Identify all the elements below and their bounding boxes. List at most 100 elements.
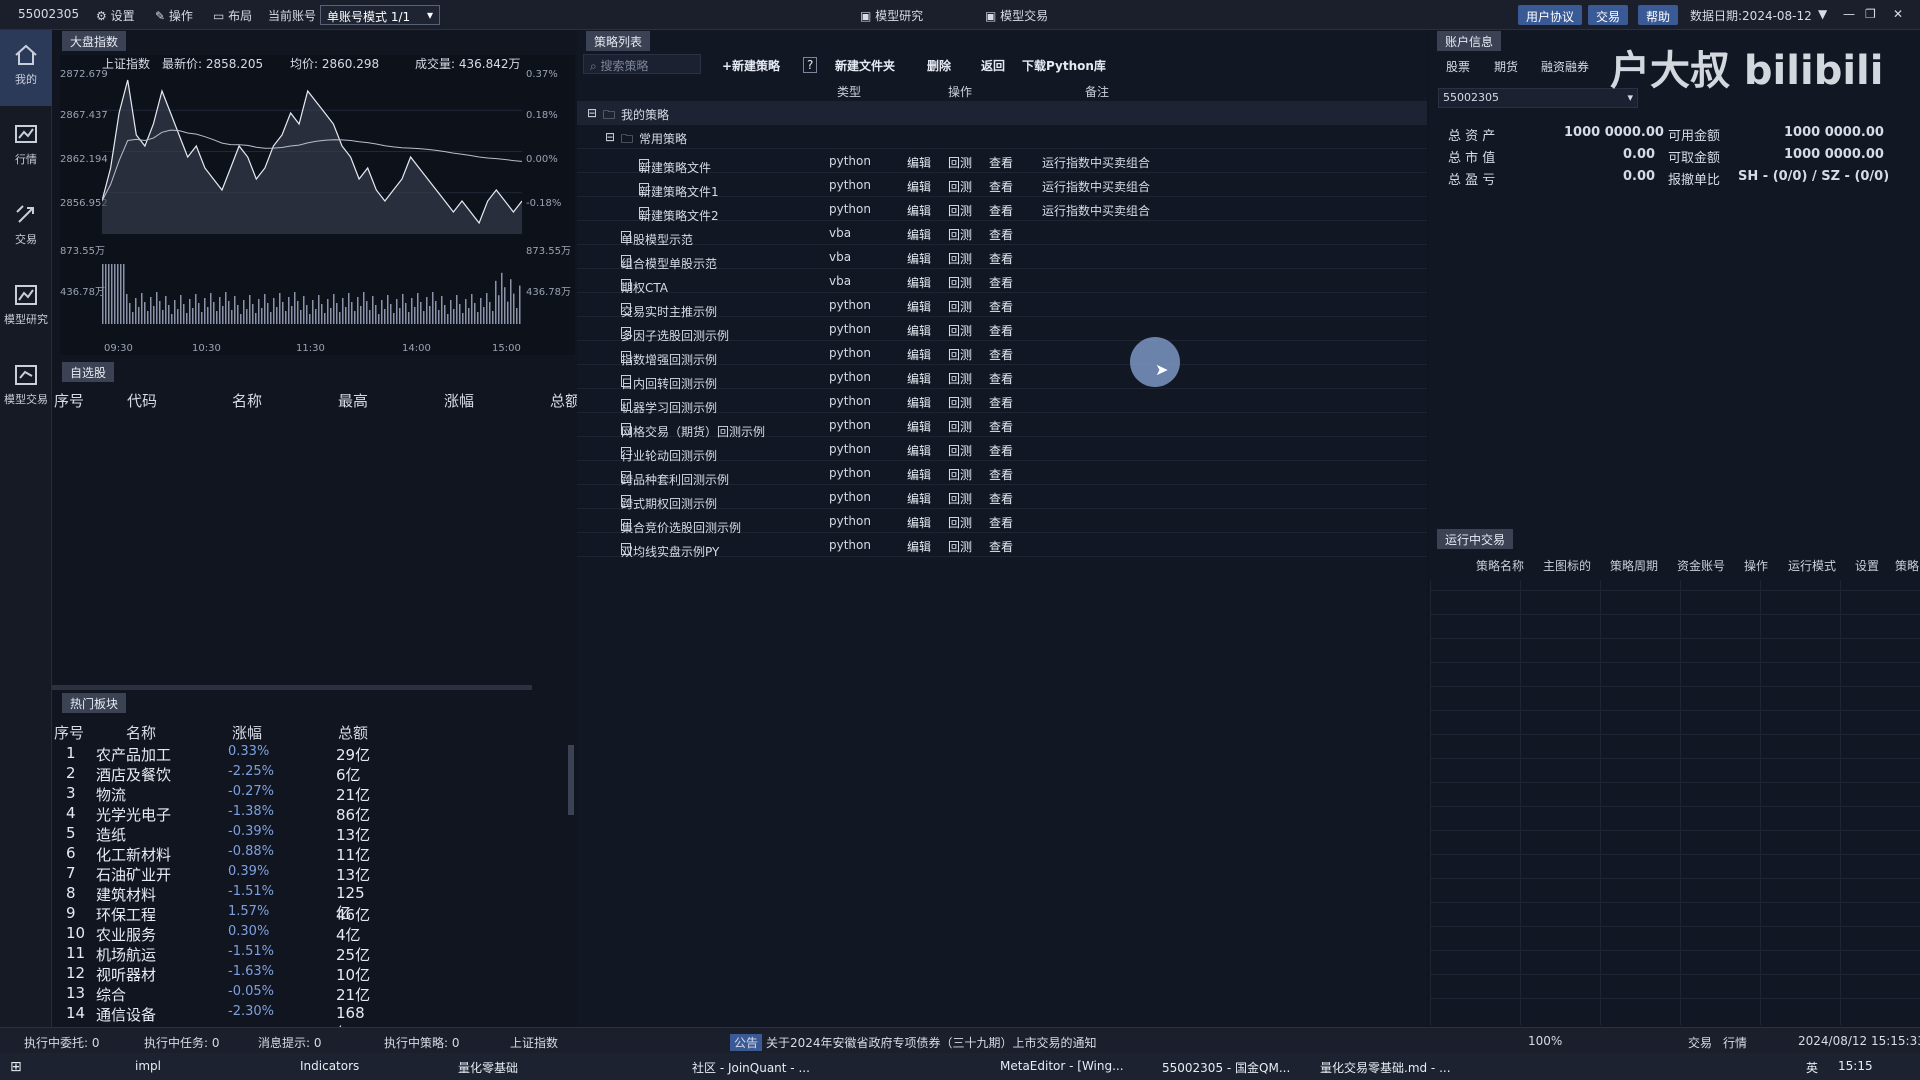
ime-indicator[interactable]: 英 <box>1806 1059 1818 1076</box>
back-button[interactable]: 返回 <box>981 57 1005 74</box>
hot-scrollbar[interactable] <box>568 745 574 815</box>
status-quote[interactable]: 行情 <box>1723 1034 1747 1051</box>
view-link[interactable]: 查看 <box>989 154 1013 171</box>
taskbar-item[interactable]: MetaEditor - [Wing... <box>1000 1059 1124 1073</box>
col-header[interactable]: 主图标的 <box>1543 557 1591 574</box>
backtest-link[interactable]: 回测 <box>948 274 972 291</box>
view-link[interactable]: 查看 <box>989 322 1013 339</box>
tab-futures[interactable]: 期货 <box>1494 58 1518 75</box>
account-mode-select[interactable]: 单账号模式 1/1 ▾ <box>320 5 440 25</box>
backtest-link[interactable]: 回测 <box>948 298 972 315</box>
hot-row[interactable]: 4 光学光电子 -1.38% 86亿 <box>56 804 376 824</box>
backtest-link[interactable]: 回测 <box>948 154 972 171</box>
backtest-link[interactable]: 回测 <box>948 202 972 219</box>
strategy-row[interactable]: 机器学习回测示例 python 编辑 回测 查看 <box>577 389 1427 415</box>
operate-menu[interactable]: ✎ 操作 <box>155 7 193 24</box>
tree-folder-common[interactable]: ⊟ 🗀 常用策略 <box>577 125 1427 149</box>
col-header[interactable]: 策略 <box>1895 557 1919 574</box>
taskbar-item[interactable]: 量化零基础 <box>458 1059 518 1076</box>
view-link[interactable]: 查看 <box>989 442 1013 459</box>
edit-link[interactable]: 编辑 <box>907 178 931 195</box>
hot-row[interactable]: 6 化工新材料 -0.88% 11亿 <box>56 844 376 864</box>
view-link[interactable]: 查看 <box>989 370 1013 387</box>
col-header[interactable]: 序号 <box>54 722 84 743</box>
sidebar-item-mine[interactable]: 我的 <box>0 30 52 106</box>
sidebar-item-model-trade[interactable]: 模型交易 <box>0 350 52 426</box>
hot-row[interactable]: 8 建筑材料 -1.51% 125亿 <box>56 884 376 922</box>
strategy-search-input[interactable]: ⌕ 搜索策略 <box>583 54 701 74</box>
col-header[interactable]: 总额 <box>338 722 368 743</box>
layout-menu[interactable]: ▭ 布局 <box>213 7 252 24</box>
backtest-link[interactable]: 回测 <box>948 490 972 507</box>
col-header[interactable]: 运行模式 <box>1788 557 1836 574</box>
hot-row[interactable]: 1 农产品加工 0.33% 29亿 <box>56 744 376 764</box>
tab-margin[interactable]: 融资融券 <box>1541 58 1589 75</box>
backtest-link[interactable]: 回测 <box>948 394 972 411</box>
hot-row[interactable]: 14通信设备-2.30%168亿 <box>56 1004 376 1042</box>
backtest-link[interactable]: 回测 <box>948 370 972 387</box>
hot-row[interactable]: 11 机场航运 -1.51% 25亿 <box>56 944 376 964</box>
hot-row[interactable]: 9 环保工程 1.57% 46亿 <box>56 904 376 924</box>
minimize-icon[interactable]: — <box>1843 7 1855 21</box>
delete-button[interactable]: 删除 <box>927 57 951 74</box>
user-agreement-button[interactable]: 用户协议 <box>1518 5 1583 25</box>
backtest-link[interactable]: 回测 <box>948 466 972 483</box>
view-link[interactable]: 查看 <box>989 346 1013 363</box>
edit-link[interactable]: 编辑 <box>907 466 931 483</box>
edit-link[interactable]: 编辑 <box>907 322 931 339</box>
strategy-row[interactable]: 期权CTA vba 编辑 回测 查看 <box>577 269 1427 295</box>
backtest-link[interactable]: 回测 <box>948 178 972 195</box>
view-link[interactable]: 查看 <box>989 298 1013 315</box>
view-link[interactable]: 查看 <box>989 466 1013 483</box>
messages[interactable]: 消息提示: 0 <box>258 1034 322 1051</box>
edit-link[interactable]: 编辑 <box>907 298 931 315</box>
strategy-row[interactable]: 组合模型单股示范 vba 编辑 回测 查看 <box>577 245 1427 271</box>
tree-root[interactable]: ⊟ 🗀 我的策略 <box>577 101 1427 125</box>
col-header[interactable]: 策略周期 <box>1610 557 1658 574</box>
strategy-row[interactable]: 集合竞价选股回测示例 python 编辑 回测 查看 <box>577 509 1427 535</box>
view-link[interactable]: 查看 <box>989 538 1013 555</box>
strategy-row[interactable]: 跨品种套利回测示例 python 编辑 回测 查看 <box>577 461 1427 487</box>
restore-icon[interactable]: ❐ <box>1865 7 1876 21</box>
download-python-button[interactable]: 下载Python库 <box>1022 57 1106 74</box>
shirt-icon[interactable]: ▼ <box>1818 7 1827 21</box>
tab-model-trade[interactable]: ▣ 模型交易 <box>985 7 1048 24</box>
status-trade[interactable]: 交易 <box>1688 1034 1712 1051</box>
col-header[interactable]: 名称 <box>126 722 156 743</box>
col-header[interactable]: 策略名称 <box>1476 557 1524 574</box>
sidebar-item-research[interactable]: 模型研究 <box>0 270 52 346</box>
view-link[interactable]: 查看 <box>989 178 1013 195</box>
col-header[interactable]: 设置 <box>1855 557 1879 574</box>
view-link[interactable]: 查看 <box>989 490 1013 507</box>
new-folder-button[interactable]: 新建文件夹 <box>835 57 895 74</box>
zoom-level[interactable]: 100% <box>1528 1034 1562 1048</box>
hot-row[interactable]: 10 农业服务 0.30% 4亿 <box>56 924 376 944</box>
view-link[interactable]: 查看 <box>989 418 1013 435</box>
hot-row[interactable]: 2 酒店及餐饮 -2.25% 6亿 <box>56 764 376 784</box>
edit-link[interactable]: 编辑 <box>907 250 931 267</box>
edit-link[interactable]: 编辑 <box>907 154 931 171</box>
edit-link[interactable]: 编辑 <box>907 442 931 459</box>
collapse-icon[interactable]: ⊟ <box>587 106 597 120</box>
taskbar-item[interactable]: impl <box>135 1059 161 1073</box>
strategy-row[interactable]: 交易实时主推示例 python 编辑 回测 查看 <box>577 293 1427 319</box>
tab-stock[interactable]: 股票 <box>1446 58 1470 75</box>
hot-row[interactable]: 3 物流 -0.27% 21亿 <box>56 784 376 804</box>
hot-row[interactable]: 5 造纸 -0.39% 13亿 <box>56 824 376 844</box>
close-icon[interactable]: ✕ <box>1893 7 1903 21</box>
edit-link[interactable]: 编辑 <box>907 394 931 411</box>
edit-link[interactable]: 编辑 <box>907 346 931 363</box>
strategy-row[interactable]: 新建策略文件 python 编辑 回测 查看 运行指数中买卖组合 <box>577 149 1427 175</box>
backtest-link[interactable]: 回测 <box>948 250 972 267</box>
edit-link[interactable]: 编辑 <box>907 418 931 435</box>
backtest-link[interactable]: 回测 <box>948 322 972 339</box>
view-link[interactable]: 查看 <box>989 226 1013 243</box>
strategy-row[interactable]: 指数增强回测示例 python 编辑 回测 查看 <box>577 341 1427 367</box>
strategy-row[interactable]: 双均线实盘示例PY python 编辑 回测 查看 <box>577 533 1427 559</box>
index-chart[interactable]: 上证指数 最新价: 2858.205 均价: 2860.298 成交量: 436… <box>60 55 575 355</box>
notice-text[interactable]: 关于2024年安徽省政府专项债券（三十九期）上市交易的通知 <box>766 1034 1097 1051</box>
new-strategy-button[interactable]: +新建策略 <box>722 57 780 74</box>
collapse-icon[interactable]: ⊟ <box>605 130 615 144</box>
windows-start-icon[interactable]: ⊞ <box>10 1059 22 1075</box>
taskbar-item[interactable]: 55002305 - 国金QM... <box>1162 1059 1290 1076</box>
